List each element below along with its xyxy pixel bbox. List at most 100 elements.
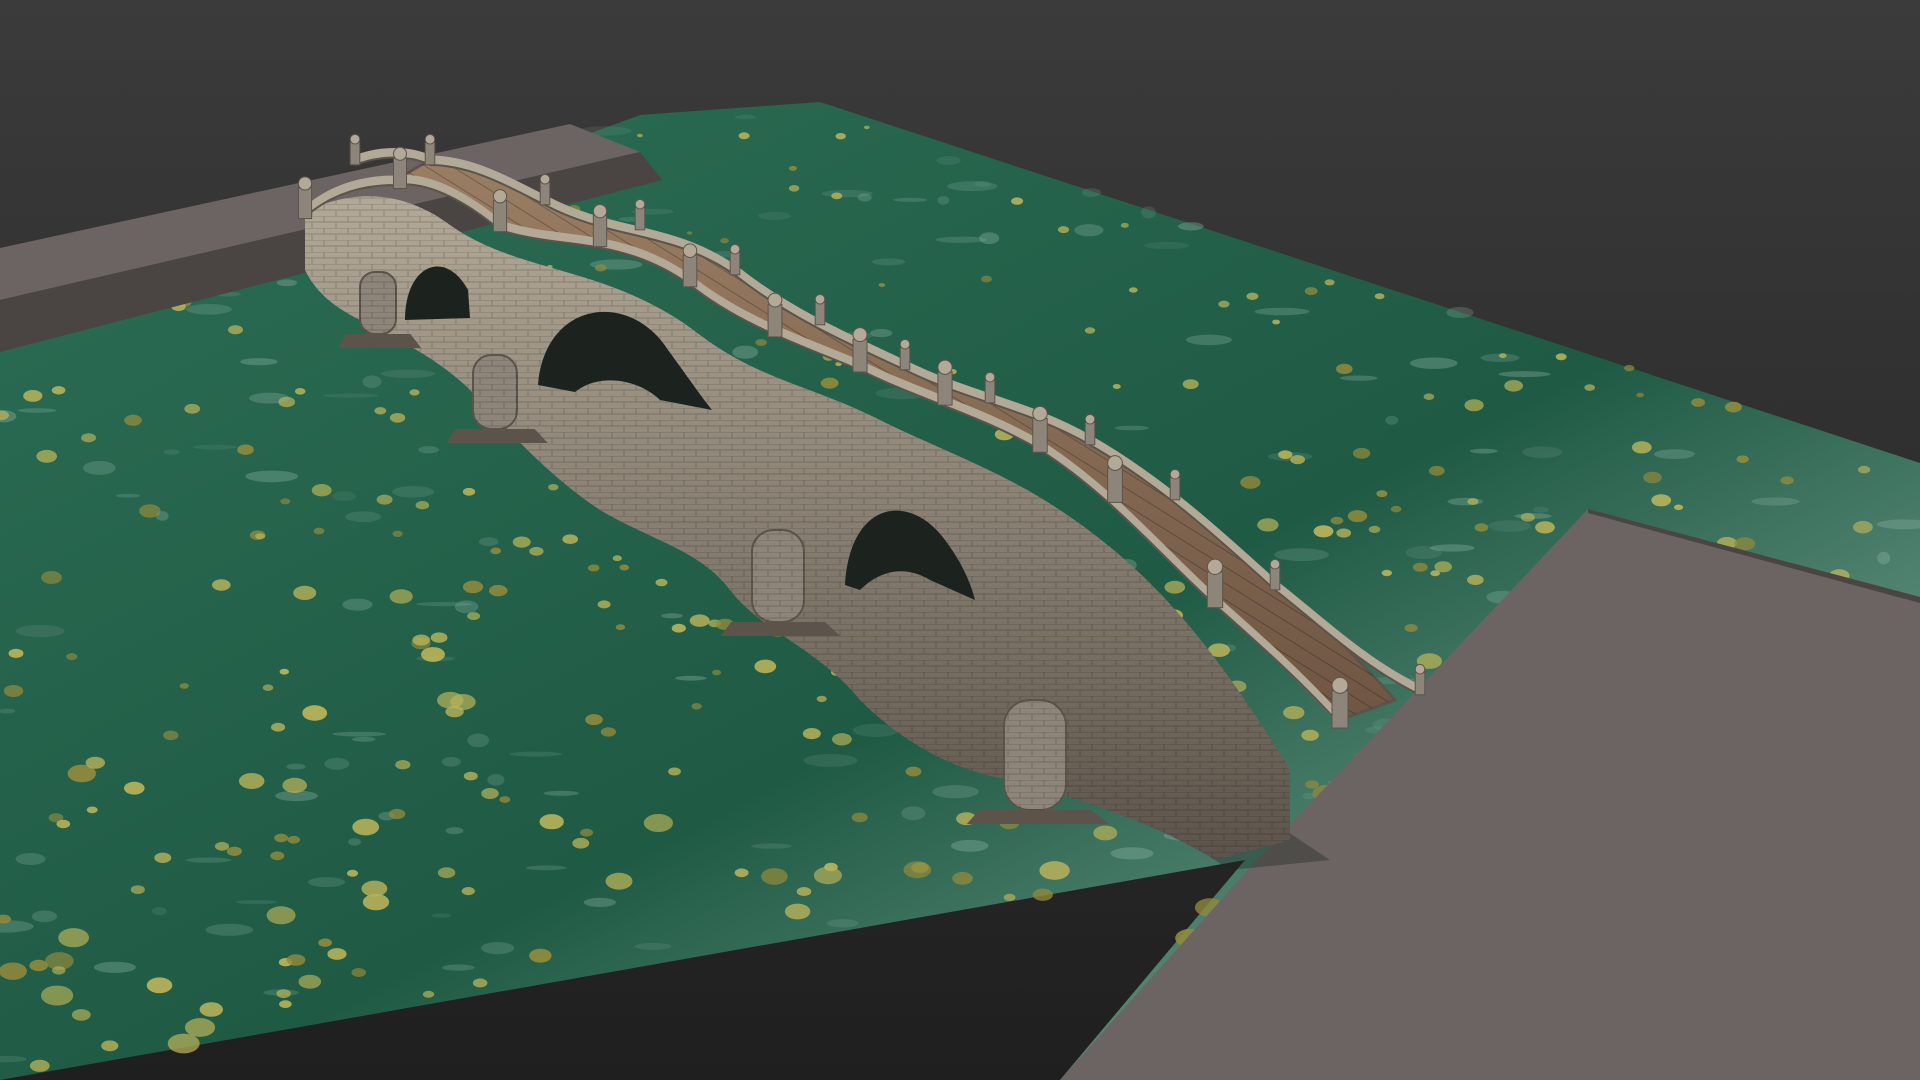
- lily-pad: [878, 283, 886, 287]
- railing-post: [1032, 405, 1048, 453]
- lily-pad: [712, 669, 722, 676]
- lily-pad: [615, 624, 626, 631]
- lily-pad: [3, 685, 24, 697]
- water-ripple: [1114, 425, 1150, 431]
- lily-pad: [1305, 780, 1319, 789]
- water-ripple: [481, 942, 515, 955]
- lily-pad: [720, 238, 729, 244]
- lily-pad: [1474, 523, 1489, 532]
- water-ripple: [151, 907, 167, 916]
- pier-base: [720, 622, 841, 636]
- lily-pad: [490, 547, 502, 555]
- water-ripple: [870, 329, 893, 338]
- lily-pad: [282, 777, 308, 794]
- water-ripple: [345, 511, 382, 523]
- lily-pad: [1584, 384, 1595, 391]
- lily-pad: [361, 880, 388, 897]
- lily-pad: [302, 705, 328, 721]
- lily-pad: [1272, 319, 1280, 325]
- lily-pad: [36, 449, 57, 463]
- lily-pad: [179, 683, 189, 689]
- water-ripple: [1274, 548, 1329, 562]
- water-ripple: [332, 491, 357, 502]
- lily-pad: [1412, 562, 1428, 572]
- lily-pad: [529, 546, 544, 556]
- lily-pad: [41, 985, 74, 1006]
- water-ripple: [901, 806, 926, 821]
- lily-pad: [734, 868, 749, 878]
- water-ripple: [675, 675, 707, 681]
- water-ripple: [245, 470, 298, 483]
- lily-pad: [280, 498, 291, 505]
- water-ripple: [732, 345, 759, 359]
- lily-pad: [58, 928, 89, 948]
- lily-pad: [287, 835, 301, 844]
- lily-pad: [612, 555, 622, 562]
- lily-pad: [1428, 465, 1445, 476]
- lily-pad: [643, 814, 674, 832]
- water-ripple: [974, 181, 991, 187]
- water-ripple: [1081, 188, 1101, 197]
- water-ripple: [1877, 551, 1891, 565]
- lily-pad: [529, 948, 552, 963]
- water-ripple: [1409, 357, 1458, 369]
- lily-pad: [788, 165, 798, 171]
- water-ripple: [163, 449, 180, 455]
- lily-pad: [8, 648, 24, 659]
- lily-pad: [1368, 525, 1381, 534]
- water-ripple: [441, 757, 461, 767]
- lily-pad: [279, 1000, 292, 1008]
- lily-pad: [1691, 398, 1706, 407]
- railing-post: [729, 243, 741, 276]
- water-ripple: [1522, 446, 1563, 458]
- lily-pad: [512, 536, 531, 548]
- water-ripple: [979, 232, 1000, 245]
- water-ripple: [381, 369, 436, 378]
- pier-base: [338, 334, 422, 348]
- lily-pad: [392, 530, 403, 537]
- lily-pad: [124, 781, 145, 795]
- lily-pad: [199, 1002, 223, 1017]
- water-ripple: [1178, 222, 1204, 231]
- lily-pad: [1039, 861, 1070, 880]
- lily-pad: [548, 484, 559, 491]
- lily-pad: [101, 1040, 119, 1052]
- lily-pad: [1673, 504, 1684, 511]
- lily-pad: [286, 954, 306, 966]
- lily-pad: [1182, 379, 1199, 389]
- lily-pad: [481, 788, 499, 799]
- lily-pad: [594, 264, 607, 272]
- water-ripple: [1653, 449, 1695, 459]
- lily-pad: [437, 867, 456, 879]
- lily-pad: [824, 862, 838, 872]
- water-ripple: [441, 964, 475, 971]
- lily-pad: [1246, 292, 1259, 300]
- water-ripple: [661, 613, 683, 619]
- lily-pad: [1535, 521, 1555, 534]
- water-ripple: [15, 853, 46, 865]
- railing-post: [1084, 413, 1096, 446]
- lily-pad: [580, 828, 594, 837]
- lily-pad: [0, 962, 27, 980]
- lily-pad: [430, 632, 448, 643]
- bridge-scene-image: [0, 0, 1920, 1080]
- railing-post: [539, 173, 551, 206]
- lily-pad: [1858, 465, 1871, 474]
- water-ripple: [240, 358, 278, 366]
- railing-post: [1169, 468, 1181, 501]
- lily-pad: [796, 887, 812, 896]
- lily-pad: [262, 684, 274, 691]
- lily-pad: [489, 584, 508, 597]
- lily-pad: [1651, 494, 1672, 507]
- lily-pad: [51, 386, 66, 395]
- lily-pad: [668, 767, 681, 776]
- water-ripple: [115, 493, 141, 498]
- lily-pad: [1283, 706, 1305, 720]
- lily-pad: [351, 968, 367, 977]
- water-ripple: [583, 897, 616, 908]
- lily-pad: [1313, 525, 1334, 538]
- railing-post: [814, 293, 826, 326]
- lily-pad: [237, 444, 254, 455]
- lily-pad: [738, 132, 750, 140]
- water-ripple: [1110, 847, 1154, 860]
